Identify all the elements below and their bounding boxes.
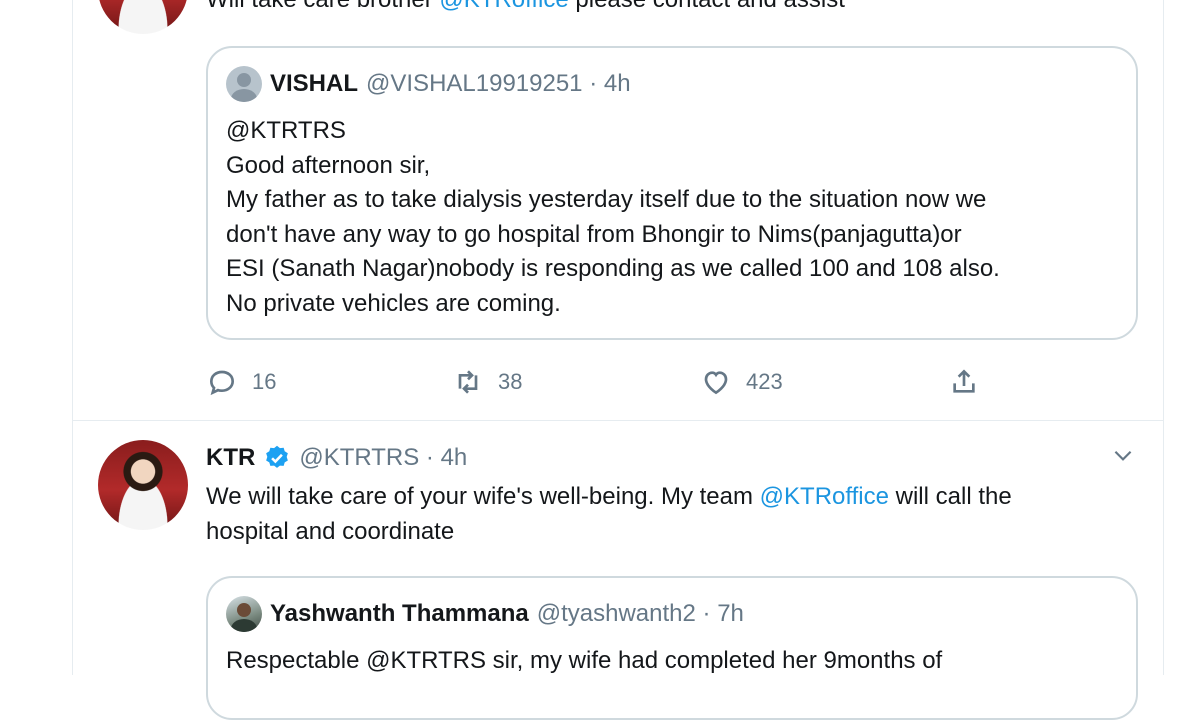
quoted-line: Respectable @KTRTRS sir, my wife had com… <box>226 647 943 674</box>
tweet-divider <box>72 420 1164 421</box>
quoted-user-name: Yashwanth Thammana <box>270 600 529 627</box>
mention-link[interactable]: @KTRoffice <box>760 483 889 510</box>
retweet-count: 38 <box>498 369 523 394</box>
like-button[interactable]: 423 <box>700 366 783 398</box>
quoted-tweet[interactable]: Yashwanth Thammana @tyashwanth2 · 7h Res… <box>206 576 1138 720</box>
quoted-tweet-header: VISHAL @VISHAL19919251 · 4h <box>226 66 631 102</box>
ktr-avatar[interactable] <box>98 440 188 530</box>
share-button[interactable] <box>948 366 980 398</box>
user-name[interactable]: KTR <box>206 444 255 472</box>
quoted-tweet-header: Yashwanth Thammana @tyashwanth2 · 7h <box>226 596 744 632</box>
retweet-icon <box>458 370 478 394</box>
quoted-line: @KTRTRS <box>226 117 346 144</box>
retweet-button[interactable]: 38 <box>452 366 522 398</box>
timeline-right-border <box>1163 0 1164 675</box>
tweet-text-prefix: We will take care of your wife's well-be… <box>206 483 760 510</box>
default-avatar-icon <box>226 66 262 102</box>
tweet-text-suffix: will call the <box>888 483 1012 510</box>
quoted-handle-time: @tyashwanth2 · 7h <box>536 600 744 627</box>
timeline-left-border <box>72 0 73 675</box>
prev-tweet-text-prefix: Will take care brother <box>206 0 439 13</box>
tweet-line: We will take care of your wife's well-be… <box>206 480 1146 515</box>
tweet-text: We will take care of your wife's well-be… <box>206 480 1146 549</box>
prev-tweet-text-suffix: please contact and assist <box>569 0 845 13</box>
tweet-actions: 16 38 423 <box>206 366 996 406</box>
reply-count: 16 <box>252 369 277 394</box>
handle-time: @KTRTRS · 4h <box>299 444 468 471</box>
ktr-avatar[interactable] <box>98 0 188 34</box>
chevron-down-icon <box>1114 450 1132 461</box>
quoted-user-name: VISHAL <box>270 70 359 97</box>
quoted-tweet[interactable]: VISHAL @VISHAL19919251 · 4h @KTRTRS Good… <box>206 46 1138 340</box>
reply-icon <box>209 370 235 396</box>
tweet-header: KTR @KTRTRS · 4h <box>206 440 467 476</box>
mention-link[interactable]: @KTRoffice <box>439 0 568 13</box>
quoted-line: My father as to take dialysis yesterday … <box>226 186 987 213</box>
reply-button[interactable]: 16 <box>206 366 276 398</box>
tweet-line: hospital and coordinate <box>206 517 455 545</box>
quoted-line: No private vehicles are coming. <box>226 289 561 317</box>
like-count: 423 <box>746 369 783 394</box>
quoted-line: ESI (Sanath Nagar)nobody is responding a… <box>226 255 1000 282</box>
heart-icon <box>704 371 728 395</box>
share-icon <box>953 369 975 393</box>
quoted-line: don't have any way to go hospital from B… <box>226 220 962 248</box>
prev-tweet-text: Will take care brother @KTRoffice please… <box>206 0 845 14</box>
quoted-tweet-body: Respectable @KTRTRS sir, my wife had com… <box>226 644 1126 679</box>
quoted-line: Good afternoon sir, <box>226 151 431 179</box>
quoted-tweet-body: @KTRTRS Good afternoon sir, My father as… <box>226 114 1126 321</box>
quoted-handle-time: @VISHAL19919251 · 4h <box>366 70 631 97</box>
more-options-button[interactable] <box>1110 442 1136 468</box>
user-avatar <box>226 596 262 632</box>
verified-badge-icon <box>266 445 289 468</box>
